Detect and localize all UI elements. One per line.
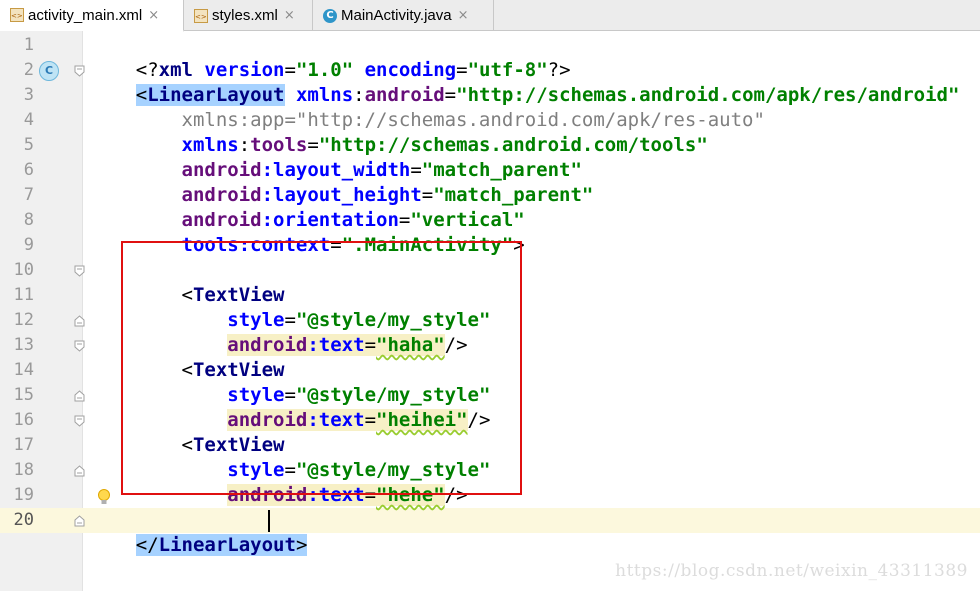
code-line-1: <?xml version="1.0" encoding="utf-8"?> — [135, 59, 571, 81]
xml-file-icon — [194, 8, 208, 23]
tab-mainactivity-java[interactable]: C MainActivity.java × — [313, 0, 494, 31]
xml-file-icon — [10, 8, 24, 22]
line-number: 12 — [13, 310, 34, 330]
line-number: 6 — [23, 160, 34, 180]
java-class-icon: C — [323, 8, 337, 23]
code-line-20: </LinearLayout> — [135, 534, 308, 556]
line-number: 16 — [13, 410, 34, 430]
text-caret — [268, 510, 270, 532]
line-number: 20 — [13, 510, 34, 530]
fold-marker-icon[interactable] — [74, 315, 85, 327]
line-number: 2 — [23, 60, 34, 80]
fold-marker-icon[interactable] — [74, 265, 85, 277]
line-number: 4 — [23, 110, 34, 130]
fold-marker-icon[interactable] — [74, 465, 85, 477]
close-icon[interactable]: × — [148, 8, 159, 23]
tab-label: MainActivity.java — [341, 7, 452, 24]
code-line-2: <LinearLayout xmlns:android="http://sche… — [135, 84, 960, 106]
line-number: 18 — [13, 460, 34, 480]
code-line-3: xmlns:app="http://schemas.android.com/ap… — [135, 109, 765, 131]
watermark-text: https://blog.csdn.net/weixin_43311389 — [615, 561, 968, 581]
line-number: 13 — [13, 335, 34, 355]
fold-marker-icon[interactable] — [74, 390, 85, 402]
line-number: 11 — [13, 285, 34, 305]
line-number: 17 — [13, 435, 34, 455]
tab-label: activity_main.xml — [28, 6, 143, 24]
line-number: 9 — [23, 235, 34, 255]
line-number: 7 — [23, 185, 34, 205]
code-line-6: android:layout_height="match_parent" — [135, 184, 594, 206]
line-number: 10 — [13, 260, 34, 280]
fold-marker-icon[interactable] — [74, 340, 85, 352]
class-reference-gutter-icon[interactable]: C — [39, 61, 59, 81]
line-number: 5 — [23, 135, 34, 155]
close-icon[interactable]: × — [458, 8, 469, 23]
line-number: 8 — [23, 210, 34, 230]
highlight-annotation-box — [121, 241, 522, 495]
gutter-divider — [82, 31, 83, 591]
editor-tab-bar: activity_main.xml × styles.xml × C MainA… — [0, 0, 980, 32]
code-line-7: android:orientation="vertical" — [135, 209, 525, 231]
tab-label: styles.xml — [212, 7, 278, 24]
code-line-8: tools:context=".MainActivity"> — [135, 234, 525, 256]
line-number: 19 — [13, 485, 34, 505]
line-number: 14 — [13, 360, 34, 380]
line-number: 1 — [23, 35, 34, 55]
code-line-5: android:layout_width="match_parent" — [135, 159, 582, 181]
fold-marker-icon[interactable] — [74, 65, 85, 77]
fold-marker-icon[interactable] — [74, 515, 85, 527]
fold-marker-icon[interactable] — [74, 415, 85, 427]
close-icon[interactable]: × — [284, 8, 295, 23]
tab-activity-main-xml[interactable]: activity_main.xml × — [0, 0, 184, 32]
line-number: 3 — [23, 85, 34, 105]
line-number: 15 — [13, 385, 34, 405]
code-line-4: xmlns:tools="http://schemas.android.com/… — [135, 134, 708, 156]
tab-styles-xml[interactable]: styles.xml × — [184, 0, 313, 31]
